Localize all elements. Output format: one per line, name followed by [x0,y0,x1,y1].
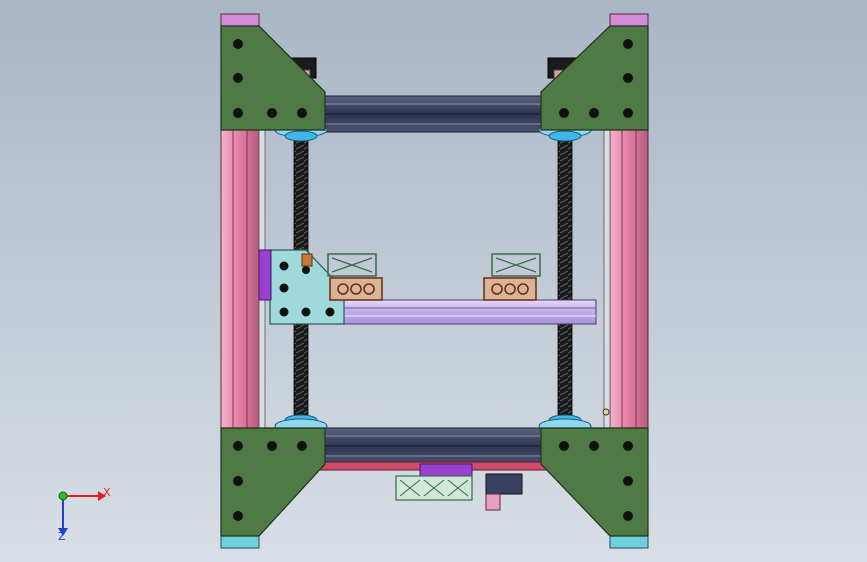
gusset-plate-bottom-right [540,427,649,537]
gusset-plate-top-right [540,25,649,131]
gusset-plate-top-left [220,25,326,131]
z-axis-label: Z [58,530,66,543]
coordinate-triad: X Y Z [48,482,118,544]
bed-carriage [329,299,597,325]
bed-nut [301,253,313,267]
right-leadscrew [557,139,573,421]
top-crossbar [299,95,571,133]
right-inner-strip [603,129,611,431]
x-axis-label: X [103,486,111,499]
cad-viewport[interactable] [0,0,867,562]
gusset-plate-bottom-left [220,427,326,537]
extrusion-bracket-left [327,253,383,301]
bed-side-block [258,249,272,301]
printer-frame-model[interactable] [0,0,867,562]
y-axis-marker [58,491,68,501]
extrusion-bracket-right [483,253,541,301]
